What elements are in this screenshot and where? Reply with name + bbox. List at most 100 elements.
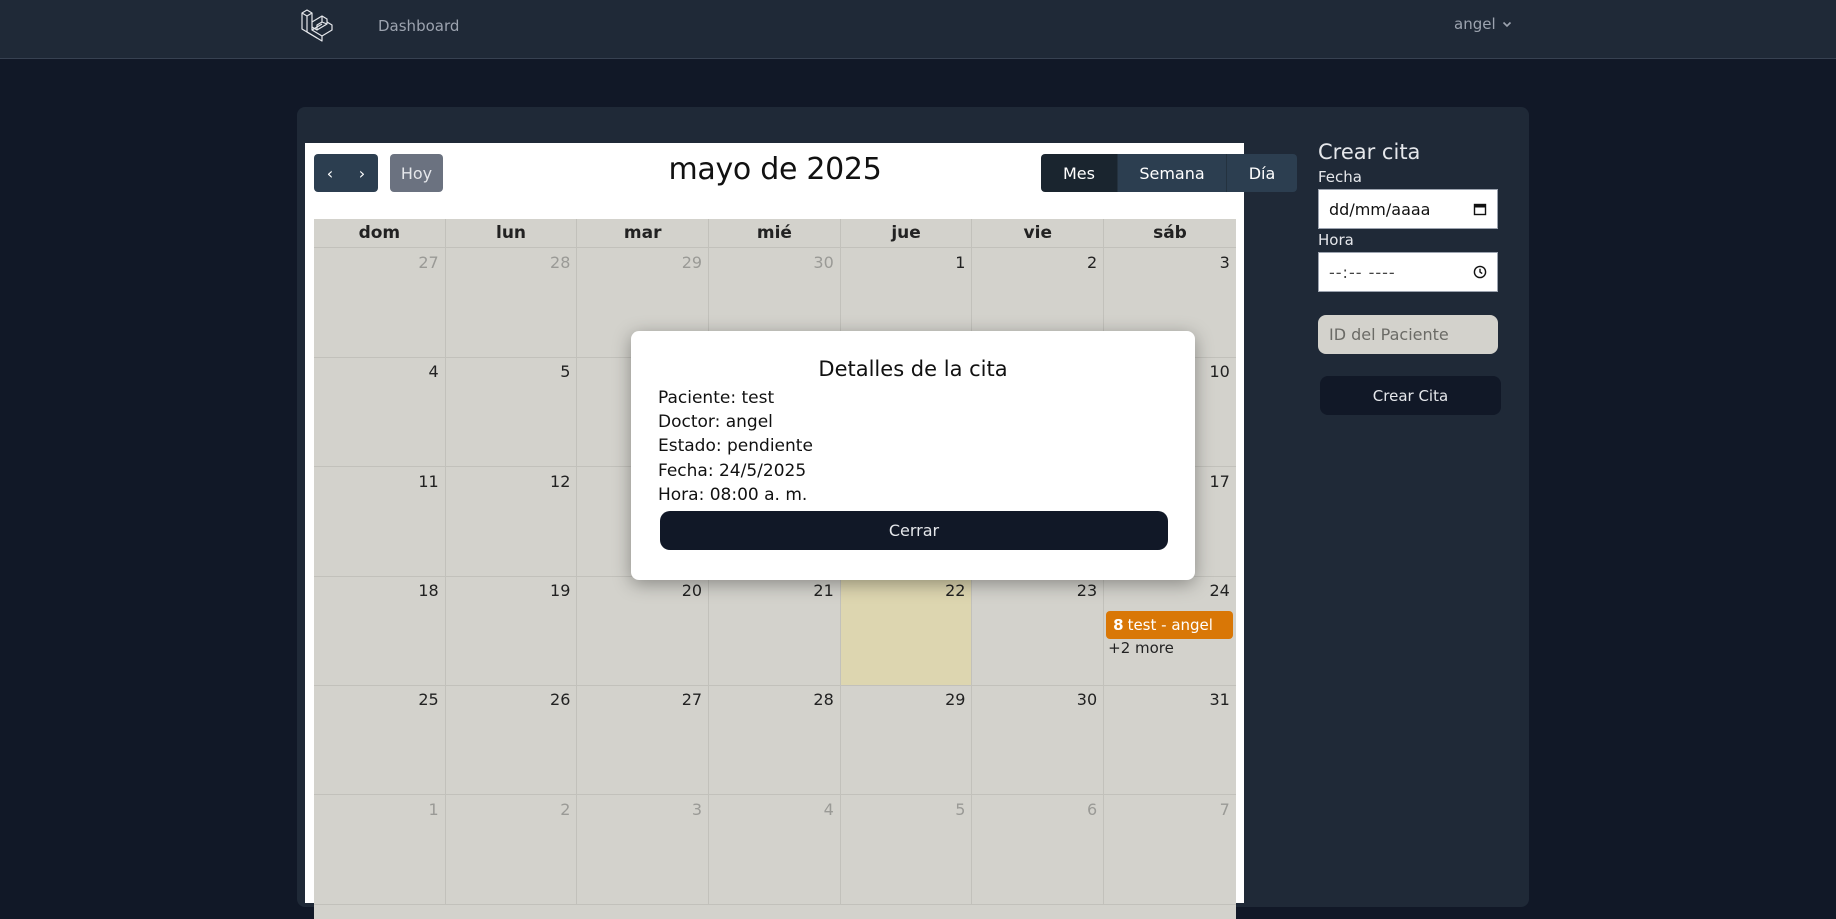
date-input[interactable]: dd/mm/aaaa [1318,189,1498,229]
day-cell[interactable]: 27 [577,685,710,795]
day-number[interactable]: 18 [418,581,438,600]
day-cell[interactable]: 21 [709,575,841,685]
day-number[interactable]: 31 [1209,690,1229,709]
day-cell[interactable]: 4 [709,794,841,904]
day-cell[interactable]: 5 [841,794,973,904]
nav-link-dashboard[interactable]: Dashboard [378,17,459,35]
close-modal-button[interactable]: Cerrar [660,511,1168,550]
today-button[interactable]: Hoy [390,154,443,192]
day-cell[interactable]: 5 [446,357,578,467]
day-number[interactable]: 30 [813,253,833,272]
appointment-details-modal: Detalles de la cita Paciente: test Docto… [631,331,1195,580]
day-number[interactable]: 28 [550,253,570,272]
day-number[interactable]: 7 [1220,800,1230,819]
day-cell[interactable]: 29 [841,685,973,795]
day-number[interactable]: 23 [1077,581,1097,600]
patient-detail: Paciente: test [658,388,775,408]
laravel-logo-icon[interactable] [300,8,334,42]
day-cell[interactable]: 24 8 test - angel +2 more [1104,576,1236,685]
day-number[interactable]: 2 [1087,253,1097,272]
day-number[interactable]: 24 [1209,581,1229,600]
day-number[interactable]: 19 [550,581,570,600]
weekday-label: vie [972,219,1105,247]
day-number[interactable]: 2 [560,800,570,819]
weekday-label: mié [709,219,841,247]
day-number[interactable]: 29 [945,690,965,709]
day-number[interactable]: 5 [955,800,965,819]
time-detail: Hora: 08:00 a. m. [658,485,808,505]
day-number[interactable]: 22 [945,581,965,600]
day-number[interactable]: 25 [418,690,438,709]
next-month-button[interactable]: › [346,154,378,192]
view-week-button[interactable]: Semana [1118,154,1227,192]
day-number[interactable]: 30 [1077,690,1097,709]
chevron-down-icon [1502,21,1511,28]
day-cell[interactable]: 28 [446,248,578,357]
view-day-button[interactable]: Día [1227,154,1297,192]
day-number[interactable]: 20 [682,581,702,600]
day-number[interactable]: 26 [550,690,570,709]
day-number[interactable]: 3 [1220,253,1230,272]
week-row: 25 26 27 28 29 30 31 [314,685,1236,796]
day-cell[interactable]: 2 [446,794,578,904]
day-number[interactable]: 28 [813,690,833,709]
time-input[interactable]: --:-- ---- [1318,252,1498,292]
more-events-link[interactable]: +2 more [1108,639,1174,657]
day-cell[interactable]: 23 [972,575,1105,685]
day-number[interactable]: 3 [692,800,702,819]
day-number[interactable]: 5 [560,362,570,381]
day-cell[interactable]: 20 [577,575,710,685]
weekday-header: dom lun mar mié jue vie sáb [314,219,1236,248]
day-cell[interactable]: 25 [314,685,446,795]
day-number[interactable]: 27 [682,690,702,709]
chevron-right-icon: › [358,163,366,183]
clock-icon[interactable] [1473,265,1487,279]
day-cell[interactable]: 31 [1104,685,1236,794]
event-title: test - angel [1127,615,1213,634]
day-number[interactable]: 12 [550,472,570,491]
date-detail: Fecha: 24/5/2025 [658,461,807,481]
day-number[interactable]: 17 [1209,472,1229,491]
doctor-detail: Doctor: angel [658,412,773,432]
date-input-placeholder: dd/mm/aaaa [1329,199,1431,219]
calendar-icon[interactable] [1473,202,1487,216]
weekday-label: mar [577,219,710,247]
day-cell[interactable]: 4 [314,357,446,467]
user-menu[interactable]: angel [1454,15,1513,33]
day-number[interactable]: 11 [418,472,438,491]
top-navbar: Dashboard angel [0,0,1836,59]
day-number[interactable]: 6 [1087,800,1097,819]
day-cell-today[interactable]: 22 [840,575,973,685]
time-input-placeholder: --:-- ---- [1329,262,1396,282]
day-cell[interactable]: 3 [577,794,710,904]
day-cell[interactable]: 30 [972,685,1105,795]
day-number[interactable]: 4 [824,800,834,819]
day-cell[interactable]: 26 [446,685,578,795]
day-number[interactable]: 4 [429,362,439,381]
day-cell[interactable]: 1 [314,794,446,904]
status-detail: Estado: pendiente [658,436,813,456]
day-cell[interactable]: 7 [1104,795,1236,904]
day-number[interactable]: 29 [682,253,702,272]
day-cell[interactable]: 12 [446,466,578,576]
day-number[interactable]: 1 [955,253,965,272]
day-cell[interactable]: 27 [314,248,446,357]
prev-month-button[interactable]: ‹ [314,154,346,192]
prev-next-group: ‹ › [314,154,378,192]
day-cell[interactable]: 6 [972,794,1105,904]
day-number[interactable]: 10 [1209,362,1229,381]
day-number[interactable]: 27 [418,253,438,272]
calendar-event[interactable]: 8 test - angel [1106,610,1234,639]
day-cell[interactable]: 28 [709,685,841,795]
user-name: angel [1454,15,1496,33]
day-number[interactable]: 21 [813,581,833,600]
patient-id-input[interactable]: ID del Paciente [1318,315,1498,354]
view-month-button[interactable]: Mes [1041,154,1118,192]
day-cell[interactable]: 18 [314,575,446,685]
day-number[interactable]: 1 [429,800,439,819]
day-cell[interactable]: 11 [314,466,446,576]
view-switcher: Mes Semana Día [1041,154,1297,192]
chevron-left-icon: ‹ [326,163,334,183]
day-cell[interactable]: 19 [446,575,578,685]
create-appointment-button[interactable]: Crear Cita [1320,376,1501,415]
